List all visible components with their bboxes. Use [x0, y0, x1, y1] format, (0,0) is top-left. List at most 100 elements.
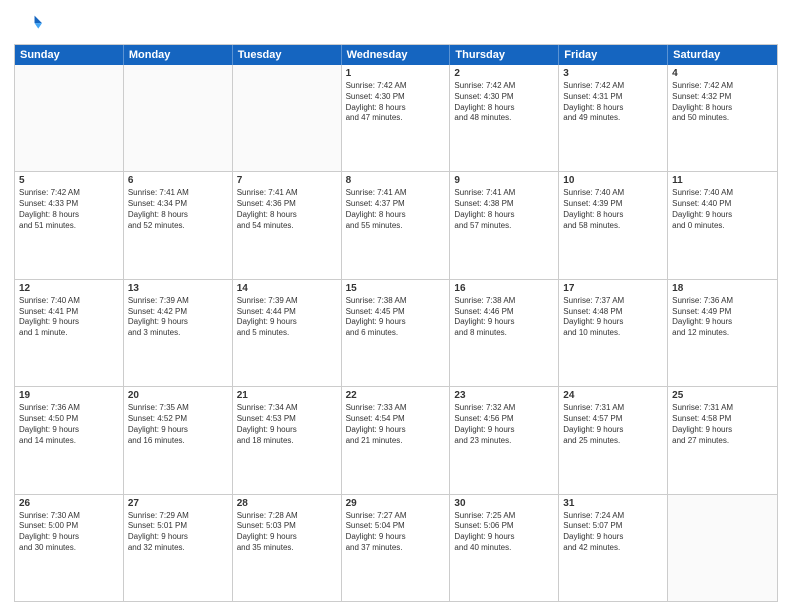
cell-info: Sunrise: 7:40 AM Sunset: 4:41 PM Dayligh…	[19, 296, 119, 339]
day-number: 4	[672, 68, 773, 79]
day-header-sunday: Sunday	[15, 45, 124, 65]
day-number: 14	[237, 283, 337, 294]
day-number: 30	[454, 498, 554, 509]
day-number: 27	[128, 498, 228, 509]
cell-info: Sunrise: 7:38 AM Sunset: 4:45 PM Dayligh…	[346, 296, 446, 339]
calendar-cell: 17 Sunrise: 7:37 AM Sunset: 4:48 PM Dayli…	[559, 280, 668, 386]
cell-info: Sunrise: 7:42 AM Sunset: 4:30 PM Dayligh…	[346, 81, 446, 124]
cell-info: Sunrise: 7:35 AM Sunset: 4:52 PM Dayligh…	[128, 403, 228, 446]
cell-info: Sunrise: 7:42 AM Sunset: 4:33 PM Dayligh…	[19, 188, 119, 231]
day-number: 21	[237, 390, 337, 401]
cell-info: Sunrise: 7:32 AM Sunset: 4:56 PM Dayligh…	[454, 403, 554, 446]
day-number: 13	[128, 283, 228, 294]
cell-info: Sunrise: 7:31 AM Sunset: 4:57 PM Dayligh…	[563, 403, 663, 446]
day-number: 7	[237, 175, 337, 186]
calendar-cell: 30Sunrise: 7:25 AM Sunset: 5:06 PM Dayli…	[450, 495, 559, 601]
calendar-cell: 19Sunrise: 7:36 AM Sunset: 4:50 PM Dayli…	[15, 387, 124, 493]
day-number: 8	[346, 175, 446, 186]
day-number: 11	[672, 175, 773, 186]
day-number: 10	[563, 175, 663, 186]
cell-info: Sunrise: 7:34 AM Sunset: 4:53 PM Dayligh…	[237, 403, 337, 446]
day-number: 28	[237, 498, 337, 509]
cell-info: Sunrise: 7:30 AM Sunset: 5:00 PM Dayligh…	[19, 511, 119, 554]
cell-info: Sunrise: 7:40 AM Sunset: 4:40 PM Dayligh…	[672, 188, 773, 231]
day-number: 15	[346, 283, 446, 294]
day-number: 18	[672, 283, 773, 294]
day-header-friday: Friday	[559, 45, 668, 65]
calendar-cell	[15, 65, 124, 171]
calendar-cell	[668, 495, 777, 601]
cell-info: Sunrise: 7:36 AM Sunset: 4:50 PM Dayligh…	[19, 403, 119, 446]
day-header-thursday: Thursday	[450, 45, 559, 65]
calendar-cell: 1 Sunrise: 7:42 AM Sunset: 4:30 PM Daylig…	[342, 65, 451, 171]
day-number: 29	[346, 498, 446, 509]
cell-info: Sunrise: 7:39 AM Sunset: 4:44 PM Dayligh…	[237, 296, 337, 339]
calendar-header-row: SundayMondayTuesdayWednesdayThursdayFrid…	[15, 45, 777, 65]
day-number: 6	[128, 175, 228, 186]
day-header-monday: Monday	[124, 45, 233, 65]
calendar-cell: 16 Sunrise: 7:38 AM Sunset: 4:46 PM Dayli…	[450, 280, 559, 386]
day-header-wednesday: Wednesday	[342, 45, 451, 65]
cell-info: Sunrise: 7:27 AM Sunset: 5:04 PM Dayligh…	[346, 511, 446, 554]
cell-info: Sunrise: 7:33 AM Sunset: 4:54 PM Dayligh…	[346, 403, 446, 446]
day-number: 9	[454, 175, 554, 186]
calendar-cell: 3Sunrise: 7:42 AM Sunset: 4:31 PM Daylig…	[559, 65, 668, 171]
day-header-tuesday: Tuesday	[233, 45, 342, 65]
calendar-week-3: 12 Sunrise: 7:40 AM Sunset: 4:41 PM Dayli…	[15, 280, 777, 387]
calendar-cell: 26Sunrise: 7:30 AM Sunset: 5:00 PM Dayli…	[15, 495, 124, 601]
calendar-cell: 7Sunrise: 7:41 AM Sunset: 4:36 PM Daylig…	[233, 172, 342, 278]
calendar-cell	[124, 65, 233, 171]
day-number: 17	[563, 283, 663, 294]
cell-info: Sunrise: 7:31 AM Sunset: 4:58 PM Dayligh…	[672, 403, 773, 446]
calendar-cell: 12 Sunrise: 7:40 AM Sunset: 4:41 PM Dayli…	[15, 280, 124, 386]
cell-info: Sunrise: 7:41 AM Sunset: 4:38 PM Dayligh…	[454, 188, 554, 231]
day-number: 16	[454, 283, 554, 294]
calendar-cell: 4 Sunrise: 7:42 AM Sunset: 4:32 PM Daylig…	[668, 65, 777, 171]
calendar-week-2: 5 Sunrise: 7:42 AM Sunset: 4:33 PM Daylig…	[15, 172, 777, 279]
cell-info: Sunrise: 7:29 AM Sunset: 5:01 PM Dayligh…	[128, 511, 228, 554]
calendar-cell: 18 Sunrise: 7:36 AM Sunset: 4:49 PM Dayli…	[668, 280, 777, 386]
calendar-cell: 29 Sunrise: 7:27 AM Sunset: 5:04 PM Dayli…	[342, 495, 451, 601]
calendar-cell: 13 Sunrise: 7:39 AM Sunset: 4:42 PM Dayli…	[124, 280, 233, 386]
page: SundayMondayTuesdayWednesdayThursdayFrid…	[0, 0, 792, 612]
calendar-cell: 25 Sunrise: 7:31 AM Sunset: 4:58 PM Dayli…	[668, 387, 777, 493]
calendar-cell: 2Sunrise: 7:42 AM Sunset: 4:30 PM Daylig…	[450, 65, 559, 171]
calendar-cell: 10 Sunrise: 7:40 AM Sunset: 4:39 PM Dayli…	[559, 172, 668, 278]
day-number: 5	[19, 175, 119, 186]
cell-info: Sunrise: 7:40 AM Sunset: 4:39 PM Dayligh…	[563, 188, 663, 231]
calendar-cell: 20Sunrise: 7:35 AM Sunset: 4:52 PM Dayli…	[124, 387, 233, 493]
calendar-cell: 9 Sunrise: 7:41 AM Sunset: 4:38 PM Daylig…	[450, 172, 559, 278]
calendar: SundayMondayTuesdayWednesdayThursdayFrid…	[14, 44, 778, 602]
day-number: 31	[563, 498, 663, 509]
cell-info: Sunrise: 7:24 AM Sunset: 5:07 PM Dayligh…	[563, 511, 663, 554]
cell-info: Sunrise: 7:41 AM Sunset: 4:37 PM Dayligh…	[346, 188, 446, 231]
cell-info: Sunrise: 7:37 AM Sunset: 4:48 PM Dayligh…	[563, 296, 663, 339]
cell-info: Sunrise: 7:39 AM Sunset: 4:42 PM Dayligh…	[128, 296, 228, 339]
day-number: 25	[672, 390, 773, 401]
calendar-cell: 6Sunrise: 7:41 AM Sunset: 4:34 PM Daylig…	[124, 172, 233, 278]
calendar-cell: 23Sunrise: 7:32 AM Sunset: 4:56 PM Dayli…	[450, 387, 559, 493]
calendar-cell: 24 Sunrise: 7:31 AM Sunset: 4:57 PM Dayli…	[559, 387, 668, 493]
day-number: 24	[563, 390, 663, 401]
cell-info: Sunrise: 7:38 AM Sunset: 4:46 PM Dayligh…	[454, 296, 554, 339]
calendar-cell: 8 Sunrise: 7:41 AM Sunset: 4:37 PM Daylig…	[342, 172, 451, 278]
calendar-cell: 28 Sunrise: 7:28 AM Sunset: 5:03 PM Dayli…	[233, 495, 342, 601]
cell-info: Sunrise: 7:36 AM Sunset: 4:49 PM Dayligh…	[672, 296, 773, 339]
cell-info: Sunrise: 7:42 AM Sunset: 4:32 PM Dayligh…	[672, 81, 773, 124]
day-header-saturday: Saturday	[668, 45, 777, 65]
calendar-body: 1 Sunrise: 7:42 AM Sunset: 4:30 PM Daylig…	[15, 65, 777, 601]
cell-info: Sunrise: 7:42 AM Sunset: 4:31 PM Dayligh…	[563, 81, 663, 124]
day-number: 12	[19, 283, 119, 294]
calendar-week-4: 19Sunrise: 7:36 AM Sunset: 4:50 PM Dayli…	[15, 387, 777, 494]
calendar-cell: 11 Sunrise: 7:40 AM Sunset: 4:40 PM Dayli…	[668, 172, 777, 278]
day-number: 1	[346, 68, 446, 79]
logo	[14, 10, 46, 38]
cell-info: Sunrise: 7:42 AM Sunset: 4:30 PM Dayligh…	[454, 81, 554, 124]
calendar-cell: 15 Sunrise: 7:38 AM Sunset: 4:45 PM Dayli…	[342, 280, 451, 386]
day-number: 22	[346, 390, 446, 401]
calendar-week-5: 26Sunrise: 7:30 AM Sunset: 5:00 PM Dayli…	[15, 495, 777, 601]
cell-info: Sunrise: 7:28 AM Sunset: 5:03 PM Dayligh…	[237, 511, 337, 554]
calendar-cell: 27 Sunrise: 7:29 AM Sunset: 5:01 PM Dayli…	[124, 495, 233, 601]
calendar-cell: 14 Sunrise: 7:39 AM Sunset: 4:44 PM Dayli…	[233, 280, 342, 386]
calendar-cell	[233, 65, 342, 171]
